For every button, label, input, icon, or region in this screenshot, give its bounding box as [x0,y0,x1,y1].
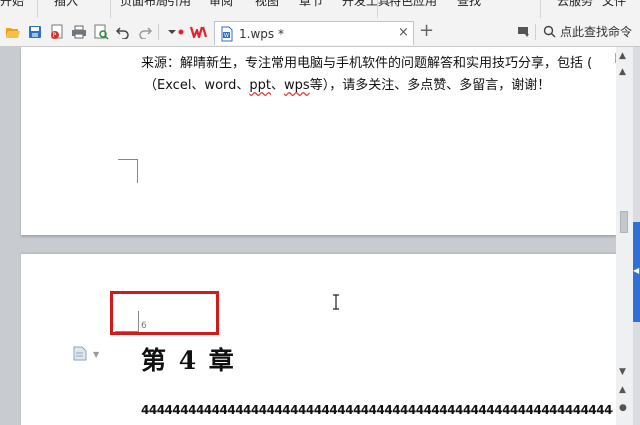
expand-panel-icon: ◀ [633,266,640,275]
vertical-scrollbar[interactable]: ▲ ▲ ▼ ▲ ● [616,47,633,425]
open-icon[interactable] [4,23,22,41]
chapter-heading[interactable]: 第 4 章 [141,341,236,377]
tab-list-icon[interactable] [515,23,533,41]
menu-item-chapter[interactable]: 章节 [297,0,325,11]
scroll-up-icon[interactable]: ▲ [619,51,626,61]
menu-item-find[interactable]: 查找 [455,0,483,11]
close-tab-icon[interactable]: × [398,25,409,41]
menu-item-review[interactable]: 审阅 [207,0,235,11]
search-icon [543,25,556,42]
command-search-label: 点此查找命令 [560,25,633,39]
prev-page-icon[interactable]: ▲ [619,385,626,395]
export-pdf-icon[interactable]: P [48,23,66,41]
print-preview-icon[interactable] [92,23,110,41]
highlight-box [110,291,219,335]
document-file-icon: W [220,26,234,46]
spellcheck-word-wps[interactable]: wps [284,78,310,93]
scroll-down-icon[interactable]: ▼ [619,367,626,377]
menu-item-cloud[interactable]: 云服务 [555,0,595,11]
paragraph-layout-icon[interactable] [73,346,87,365]
redo-icon[interactable] [136,23,154,41]
paragraph-menu-chevron-down-icon[interactable]: ▼ [93,350,99,359]
undo-icon[interactable] [114,23,132,41]
quick-toolbar: P W 1.wps * × + 点此查找命令 [0,18,640,47]
menu-item-home[interactable]: 开始 [0,0,26,11]
save-icon[interactable] [26,23,44,41]
side-panel-toggle[interactable]: ◀ [633,222,640,322]
text-cursor-ibeam-icon [332,294,340,314]
document-tab-title: 1.wps * [239,27,284,41]
spellcheck-word-ppt[interactable]: ppt [249,78,271,93]
menu-item-file[interactable]: 文件 [600,0,628,11]
menu-item-view[interactable]: 视图 [253,0,281,11]
new-tab-button[interactable]: + [419,22,434,40]
body-text-line[interactable]: 4444444444444444444444444444444444444444… [141,403,613,417]
menu-item-developer[interactable]: 开发工具 [340,0,392,11]
notification-dot-icon [176,23,186,41]
menu-item-references[interactable]: 引用 [165,0,193,11]
menu-item-insert[interactable]: 插入 [52,0,80,11]
scroll-mark-icon[interactable]: ▲ [619,67,626,77]
svg-text:P: P [53,32,57,39]
menu-item-special[interactable]: 特色应用 [387,0,439,11]
source-text-line[interactable]: 来源：解晴新生，专注常用电脑与手机软件的问题解答和实用技巧分享，包括 ( [141,52,592,71]
print-icon[interactable] [70,23,88,41]
scrollbar-thumb[interactable] [620,211,628,233]
svg-text:W: W [224,33,229,39]
source-text-line-2[interactable]: （Excel、word、ppt、wps等），请多关注、多点赞、多留言，谢谢！ [144,74,550,93]
document-page-2[interactable]: 6 ▼ 第 4 章 444444444444444444444444444444… [21,254,616,425]
document-page-1[interactable]: 来源：解晴新生，专注常用电脑与手机软件的问题解答和实用技巧分享，包括 ( （Ex… [21,47,616,235]
menu-bar: 开始 插入 页面布局 引用 审阅 视图 章节 开发工具 特色应用 查找 云服务 … [0,0,640,18]
document-tab[interactable]: W 1.wps * × [214,21,414,45]
menu-item-layout[interactable]: 页面布局 [118,0,170,11]
document-workspace[interactable]: 来源：解晴新生，专注常用电脑与手机软件的问题解答和实用技巧分享，包括 ( （Ex… [0,47,616,425]
margin-corner-mark [118,159,138,183]
select-browse-object-icon[interactable]: ● [619,403,627,413]
wps-logo-icon[interactable] [190,23,208,41]
